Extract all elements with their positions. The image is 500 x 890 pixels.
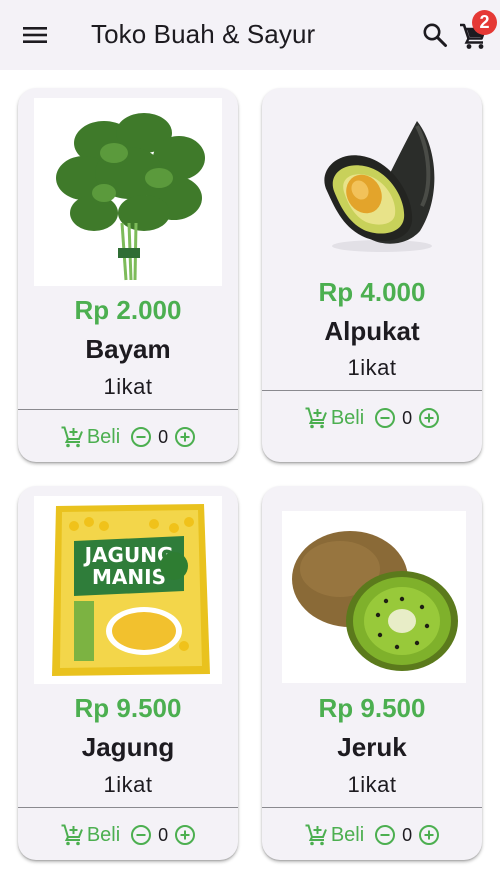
- cart-count-badge: 2: [472, 10, 497, 35]
- product-card-jeruk: Rp 9.500 Jeruk 1ikat Beli 0: [262, 486, 482, 860]
- buy-button[interactable]: Beli: [304, 823, 364, 847]
- buy-button[interactable]: Beli: [304, 406, 364, 430]
- add-circle-icon[interactable]: [418, 824, 440, 846]
- product-unit: 1ikat: [347, 772, 397, 797]
- product-unit: 1ikat: [347, 355, 397, 380]
- product-name: Jagung: [81, 732, 175, 762]
- divider: [262, 390, 482, 391]
- buy-button[interactable]: Beli: [60, 823, 120, 847]
- search-icon[interactable]: [421, 21, 449, 49]
- remove-circle-icon[interactable]: [374, 407, 396, 429]
- add-circle-icon[interactable]: [174, 426, 196, 448]
- product-name: Alpukat: [324, 316, 420, 346]
- buy-label: Beli: [86, 425, 121, 448]
- quantity-value: 0: [402, 407, 413, 428]
- quantity-value: 0: [402, 824, 413, 845]
- buy-label: Beli: [330, 823, 365, 846]
- product-unit: 1ikat: [103, 772, 153, 797]
- remove-circle-icon[interactable]: [374, 824, 396, 846]
- spinach-image: [34, 98, 222, 286]
- quantity-value: 0: [158, 426, 169, 447]
- product-card-bayam: Rp 2.000 Bayam 1ikat Beli 0: [18, 88, 238, 462]
- buy-label: Beli: [86, 823, 121, 846]
- add-circle-icon[interactable]: [418, 407, 440, 429]
- product-unit: 1ikat: [103, 374, 153, 399]
- avocado-image: [302, 106, 442, 256]
- buy-label: Beli: [330, 406, 365, 429]
- remove-circle-icon[interactable]: [130, 824, 152, 846]
- product-price: Rp 4.000: [318, 277, 426, 307]
- divider: [18, 409, 238, 410]
- add-circle-icon[interactable]: [174, 824, 196, 846]
- product-actions: Beli 0: [262, 398, 482, 438]
- product-actions: Beli 0: [262, 815, 482, 855]
- product-price: Rp 9.500: [318, 693, 426, 723]
- product-card-alpukat: Rp 4.000 Alpukat 1ikat Beli 0: [262, 88, 482, 462]
- corn-package-text-2: MANIS: [92, 565, 166, 589]
- product-name: Jeruk: [337, 732, 407, 762]
- remove-circle-icon[interactable]: [130, 426, 152, 448]
- quantity-value: 0: [158, 824, 169, 845]
- product-name: Bayam: [85, 334, 171, 364]
- product-card-jagung: JAGUNG MANIS Rp 9.500 Jagung 1ikat Beli …: [18, 486, 238, 860]
- add-shopping-cart-icon: [61, 824, 83, 846]
- corn-package-text-1: JAGUNG: [83, 543, 174, 567]
- app-bar: Toko Buah & Sayur 2: [0, 0, 500, 70]
- add-shopping-cart-icon: [305, 824, 327, 846]
- divider: [18, 807, 238, 808]
- add-shopping-cart-icon: [305, 407, 327, 429]
- add-shopping-cart-icon: [61, 426, 83, 448]
- page-title: Toko Buah & Sayur: [91, 19, 316, 49]
- product-price: Rp 9.500: [74, 693, 182, 723]
- menu-icon[interactable]: [20, 20, 50, 50]
- divider: [262, 807, 482, 808]
- corn-package-image: JAGUNG MANIS: [34, 496, 222, 684]
- product-actions: Beli 0: [18, 815, 238, 855]
- product-price: Rp 2.000: [74, 295, 182, 325]
- kiwi-image: [282, 511, 466, 683]
- product-actions: Beli 0: [18, 417, 238, 457]
- buy-button[interactable]: Beli: [60, 425, 120, 449]
